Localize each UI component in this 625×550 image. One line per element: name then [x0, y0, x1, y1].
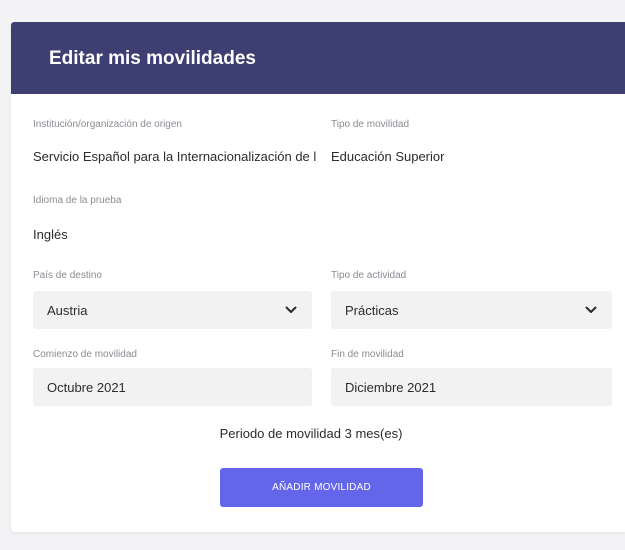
chevron-down-icon — [284, 303, 298, 317]
test-language-label: Idioma de la prueba — [33, 195, 122, 206]
add-mobility-button[interactable]: AÑADIR MOVILIDAD — [220, 468, 423, 507]
institution-value: Servicio Español para la Internacionaliz… — [33, 149, 317, 164]
destination-country-select[interactable]: Austria — [33, 291, 312, 329]
mobility-type-label: Tipo de movilidad — [331, 119, 410, 130]
destination-country-value: Austria — [47, 302, 88, 318]
mobility-type-value: Educación Superior — [331, 149, 445, 164]
mobility-period-text: Periodo de movilidad 3 mes(es) — [219, 426, 403, 441]
test-language-value: Inglés — [33, 227, 68, 242]
card-title: Editar mis movilidades — [49, 48, 256, 69]
card-header: Editar mis movilidades — [11, 22, 625, 94]
activity-type-value: Prácticas — [345, 302, 399, 318]
destination-country-label: País de destino — [33, 270, 102, 281]
activity-type-select[interactable]: Prácticas — [331, 291, 612, 329]
institution-label: Institución/organización de origen — [33, 119, 182, 130]
end-date-value: Diciembre 2021 — [345, 379, 437, 395]
start-date-value: Octubre 2021 — [47, 379, 126, 395]
end-label: Fin de movilidad — [331, 349, 404, 360]
start-date-field[interactable]: Octubre 2021 — [33, 368, 312, 406]
end-date-field[interactable]: Diciembre 2021 — [331, 368, 612, 406]
edit-mobility-card: Editar mis movilidades Institución/organ… — [11, 22, 625, 532]
start-label: Comienzo de movilidad — [33, 349, 137, 360]
activity-type-label: Tipo de actividad — [331, 270, 407, 281]
chevron-down-icon — [584, 303, 598, 317]
